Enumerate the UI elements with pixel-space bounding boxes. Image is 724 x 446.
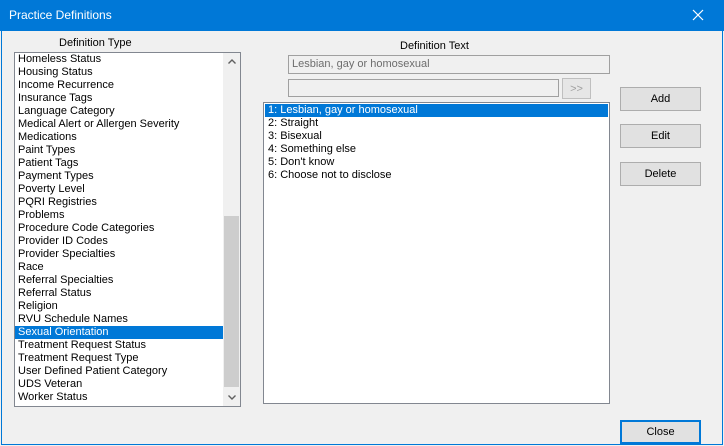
close-button-label: Close <box>646 426 675 438</box>
definition-type-item[interactable]: Procedure Code Categories <box>15 222 223 235</box>
edit-button-label: Edit <box>651 130 670 142</box>
delete-button[interactable]: Delete <box>620 162 701 186</box>
close-icon[interactable] <box>691 8 705 22</box>
scroll-down-arrow[interactable] <box>223 389 240 406</box>
add-button-label: Add <box>650 93 671 105</box>
edit-button[interactable]: Edit <box>620 124 701 148</box>
title-bar: Practice Definitions <box>0 0 724 31</box>
definition-item[interactable]: 5: Don't know <box>265 156 608 169</box>
delete-button-label: Delete <box>644 168 677 180</box>
definition-type-item[interactable]: Poverty Level <box>15 183 223 196</box>
move-definition-button[interactable]: >> <box>562 78 591 99</box>
definition-type-item[interactable]: Treatment Request Type <box>15 352 223 365</box>
definition-type-item[interactable]: PQRI Registries <box>15 196 223 209</box>
definition-type-item[interactable]: Housing Status <box>15 66 223 79</box>
chevron-up-icon <box>227 59 236 64</box>
definition-type-item[interactable]: Religion <box>15 300 223 313</box>
add-button[interactable]: Add <box>620 87 701 111</box>
chevron-down-icon <box>227 395 236 400</box>
dialog-body: Definition Type Homeless Status Housing S… <box>1 31 723 445</box>
window-title: Practice Definitions <box>9 8 112 22</box>
definition-type-item[interactable]: UDS Veteran <box>15 378 223 391</box>
definition-type-item[interactable]: Provider Specialties <box>15 248 223 261</box>
definition-type-item[interactable]: Payment Types <box>15 170 223 183</box>
definition-type-label: Definition Type <box>59 37 132 49</box>
definition-type-item[interactable]: Insurance Tags <box>15 92 223 105</box>
definition-type-item[interactable]: Medical Alert or Allergen Severity <box>15 118 223 131</box>
definition-type-items: Homeless Status Housing Status Income Recu… <box>15 53 223 404</box>
definition-item[interactable]: 6: Choose not to disclose <box>265 169 608 182</box>
definition-type-list[interactable]: Homeless Status Housing Status Income Recu… <box>14 52 241 407</box>
definition-type-item[interactable]: Language Category <box>15 105 223 118</box>
definition-type-item[interactable]: Sexual Orientation <box>15 326 223 339</box>
definition-type-item[interactable]: Problems <box>15 209 223 222</box>
definition-item[interactable]: 2: Straight <box>265 117 608 130</box>
definition-type-item[interactable]: Medications <box>15 131 223 144</box>
definition-type-item[interactable]: Race <box>15 261 223 274</box>
definitions-list[interactable]: 1: Lesbian, gay or homosexual 2: Straight… <box>263 102 610 404</box>
definition-type-item[interactable]: Referral Status <box>15 287 223 300</box>
definition-item[interactable]: 1: Lesbian, gay or homosexual <box>265 104 608 117</box>
definition-item[interactable]: 4: Something else <box>265 143 608 156</box>
definition-type-item[interactable]: Worker Status <box>15 391 223 404</box>
scroll-up-arrow[interactable] <box>223 53 240 70</box>
definition-type-item[interactable]: User Defined Patient Category <box>15 365 223 378</box>
definition-type-item[interactable]: Provider ID Codes <box>15 235 223 248</box>
definition-text-label: Definition Text <box>400 40 469 52</box>
definition-type-item[interactable]: Patient Tags <box>15 157 223 170</box>
definition-type-item[interactable]: Paint Types <box>15 144 223 157</box>
definition-text-secondary-field[interactable] <box>288 79 559 97</box>
scroll-thumb[interactable] <box>224 216 239 387</box>
definition-type-item[interactable]: Treatment Request Status <box>15 339 223 352</box>
definition-type-item[interactable]: RVU Schedule Names <box>15 313 223 326</box>
definition-item[interactable]: 3: Bisexual <box>265 130 608 143</box>
definition-type-item[interactable]: Income Recurrence <box>15 79 223 92</box>
definition-type-item[interactable]: Homeless Status <box>15 53 223 66</box>
definitions-items: 1: Lesbian, gay or homosexual 2: Straight… <box>265 104 608 182</box>
close-button[interactable]: Close <box>620 420 701 444</box>
definition-text-field[interactable]: Lesbian, gay or homosexual <box>288 55 610 74</box>
definition-type-scrollbar[interactable] <box>223 53 240 406</box>
definition-type-item[interactable]: Referral Specialties <box>15 274 223 287</box>
